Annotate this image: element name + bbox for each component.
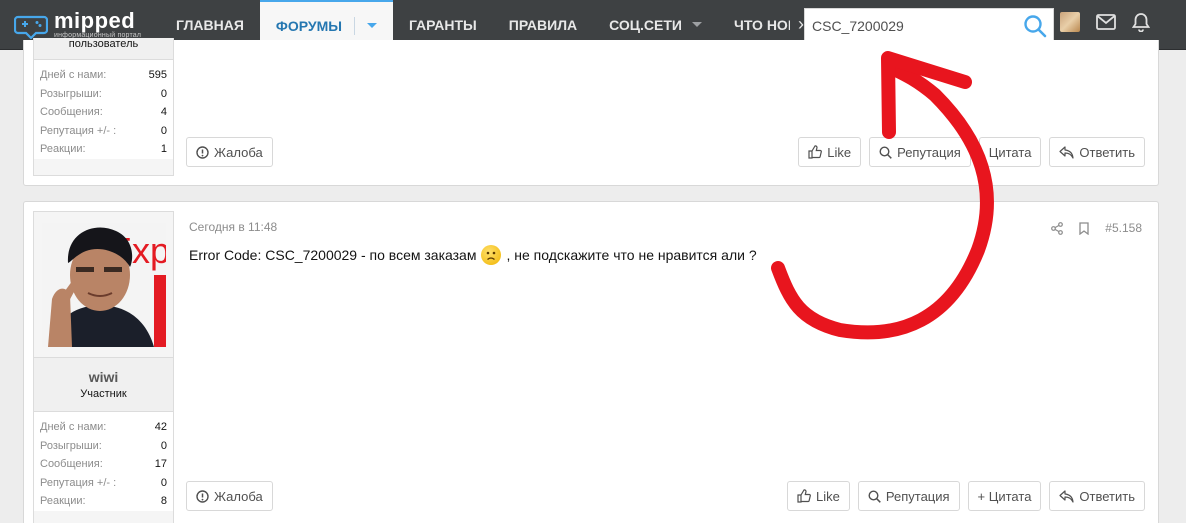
stat-row: Реакции: 8: [40, 495, 167, 507]
envelope-icon[interactable]: [1096, 14, 1116, 30]
user-title: Участник: [80, 388, 127, 400]
search-icon: [868, 489, 881, 503]
report-button[interactable]: Жалоба: [186, 137, 273, 167]
search-icon[interactable]: [1017, 9, 1053, 43]
user-info-panel: Exp wiwi Участник Дней с нами: 42 Розыгры…: [33, 211, 174, 523]
logo-name: mipped: [54, 7, 136, 33]
warning-circle-icon: [196, 489, 209, 503]
share-icon[interactable]: [1051, 221, 1064, 235]
like-button[interactable]: Like: [787, 481, 850, 511]
reputation-button[interactable]: Репутация: [857, 481, 960, 511]
like-button[interactable]: Like: [798, 137, 862, 167]
user-info-panel: пользователь Дней с нами: 595 Розыгрыши: 0…: [33, 38, 174, 176]
stat-row: Сообщения: 17: [40, 458, 167, 470]
warning-circle-icon: [196, 145, 209, 159]
stat-row: Дней с нами: 595: [40, 69, 167, 81]
stat-row: Реакции: 1: [40, 143, 167, 155]
user-stats: Дней с нами: 42 Розыгрыши: 0 Сообщения: 17 …: [34, 412, 173, 511]
report-button[interactable]: Жалоба: [186, 481, 273, 511]
reply-arrow-icon: [1059, 489, 1075, 503]
forum-post: пользователь Дней с нами: 595 Розыгрыши: 0…: [23, 38, 1159, 186]
stat-row: Розыгрыши: 0: [40, 87, 167, 100]
sad-face-emoji-icon: [481, 245, 502, 265]
bell-icon[interactable]: [1132, 12, 1150, 32]
stat-row: Репутация +/- :0: [40, 124, 167, 137]
reply-arrow-icon: [1059, 145, 1075, 159]
reply-button[interactable]: Ответить: [1049, 481, 1145, 511]
search-icon: [879, 145, 892, 159]
user-avatar[interactable]: Exp: [41, 222, 166, 347]
reputation-button[interactable]: Репутация: [869, 137, 971, 167]
avatar-image: Exp: [41, 222, 166, 347]
forum-post: Exp wiwi Участник Дней с нами: 42 Розыгры…: [23, 201, 1159, 523]
quote-button[interactable]: + Цитата: [967, 481, 1042, 511]
thumbs-up-icon: [797, 489, 811, 503]
search-box: [804, 8, 1054, 44]
stat-row: Розыгрыши: 0: [40, 439, 167, 452]
reply-button[interactable]: Ответить: [1049, 137, 1145, 167]
account-avatar[interactable]: [1060, 12, 1080, 32]
chevron-down-icon[interactable]: [367, 23, 377, 28]
user-title: пользователь: [34, 38, 173, 60]
stat-row: Репутация +/- :0: [40, 476, 167, 489]
post-timestamp[interactable]: Сегодня в 11:48: [189, 220, 277, 234]
quote-button[interactable]: Цитата: [978, 137, 1042, 167]
search-input[interactable]: [805, 18, 1017, 34]
gamepad-logo-icon: [14, 15, 48, 39]
chevron-down-icon[interactable]: [692, 22, 702, 27]
stat-row: Сообщения: 4: [40, 106, 167, 118]
user-stats: Дней с нами: 595 Розыгрыши: 0 Сообщения: 4 …: [34, 60, 173, 159]
post-number[interactable]: #5.158: [1105, 221, 1142, 235]
thumbs-up-icon: [808, 145, 823, 159]
username[interactable]: wiwi: [89, 369, 119, 385]
post-message: Error Code: CSC_7200029 - по всем заказа…: [189, 245, 757, 265]
stat-row: Дней с нами: 42: [40, 421, 167, 433]
bookmark-icon[interactable]: [1079, 221, 1089, 235]
